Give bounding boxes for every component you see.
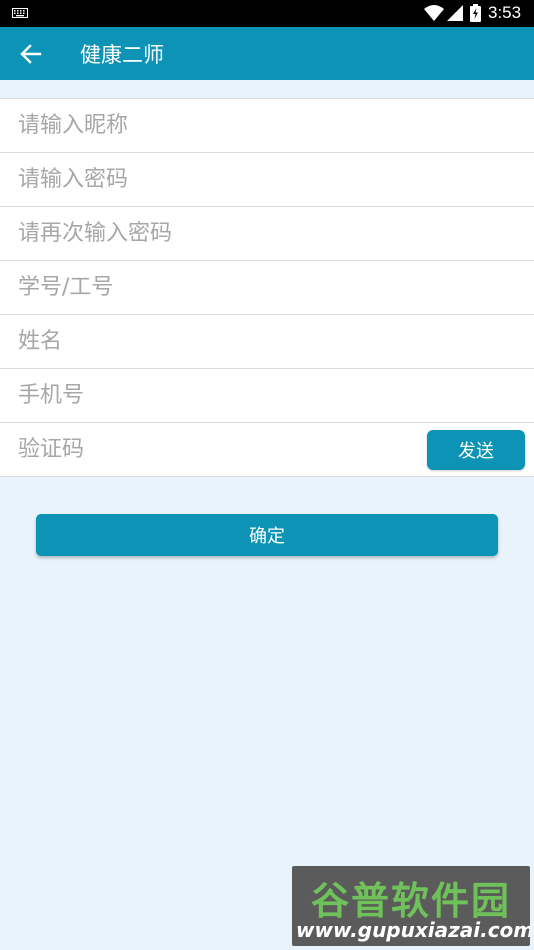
- battery-icon: [470, 4, 481, 22]
- arrow-left-icon: [20, 44, 42, 64]
- student-staff-id-input[interactable]: [0, 261, 418, 314]
- phone-input[interactable]: [0, 369, 418, 422]
- confirm-button[interactable]: 确定: [36, 514, 498, 556]
- full-name-row: [0, 315, 534, 369]
- watermark-title: 谷普软件园: [310, 879, 511, 923]
- status-time: 3:53: [488, 3, 522, 22]
- send-code-button[interactable]: 发送: [427, 430, 525, 470]
- full-name-input[interactable]: [0, 315, 418, 368]
- wifi-icon: [424, 5, 444, 21]
- keyboard-icon: [12, 8, 28, 18]
- status-bar: 3:53: [0, 0, 534, 27]
- nickname-row: [0, 99, 534, 153]
- phone-row: [0, 369, 534, 423]
- page-title: 健康二师: [80, 43, 164, 67]
- back-button[interactable]: [18, 41, 44, 67]
- verification-code-row: 发送: [0, 423, 534, 477]
- confirm-password-row: [0, 207, 534, 261]
- registration-form: 发送: [0, 98, 534, 477]
- nickname-input[interactable]: [0, 99, 418, 152]
- password-row: [0, 153, 534, 207]
- password-input[interactable]: [0, 153, 418, 206]
- student-staff-id-row: [0, 261, 534, 315]
- confirm-password-input[interactable]: [0, 207, 418, 260]
- signal-icon: [447, 5, 463, 21]
- watermark-url: www.gupuxiazai.com: [296, 918, 530, 942]
- watermark-logo: 谷普软件园 www.gupuxiazai.com: [292, 866, 530, 946]
- verification-code-input[interactable]: [0, 423, 418, 476]
- app-bar: 健康二师: [0, 27, 534, 80]
